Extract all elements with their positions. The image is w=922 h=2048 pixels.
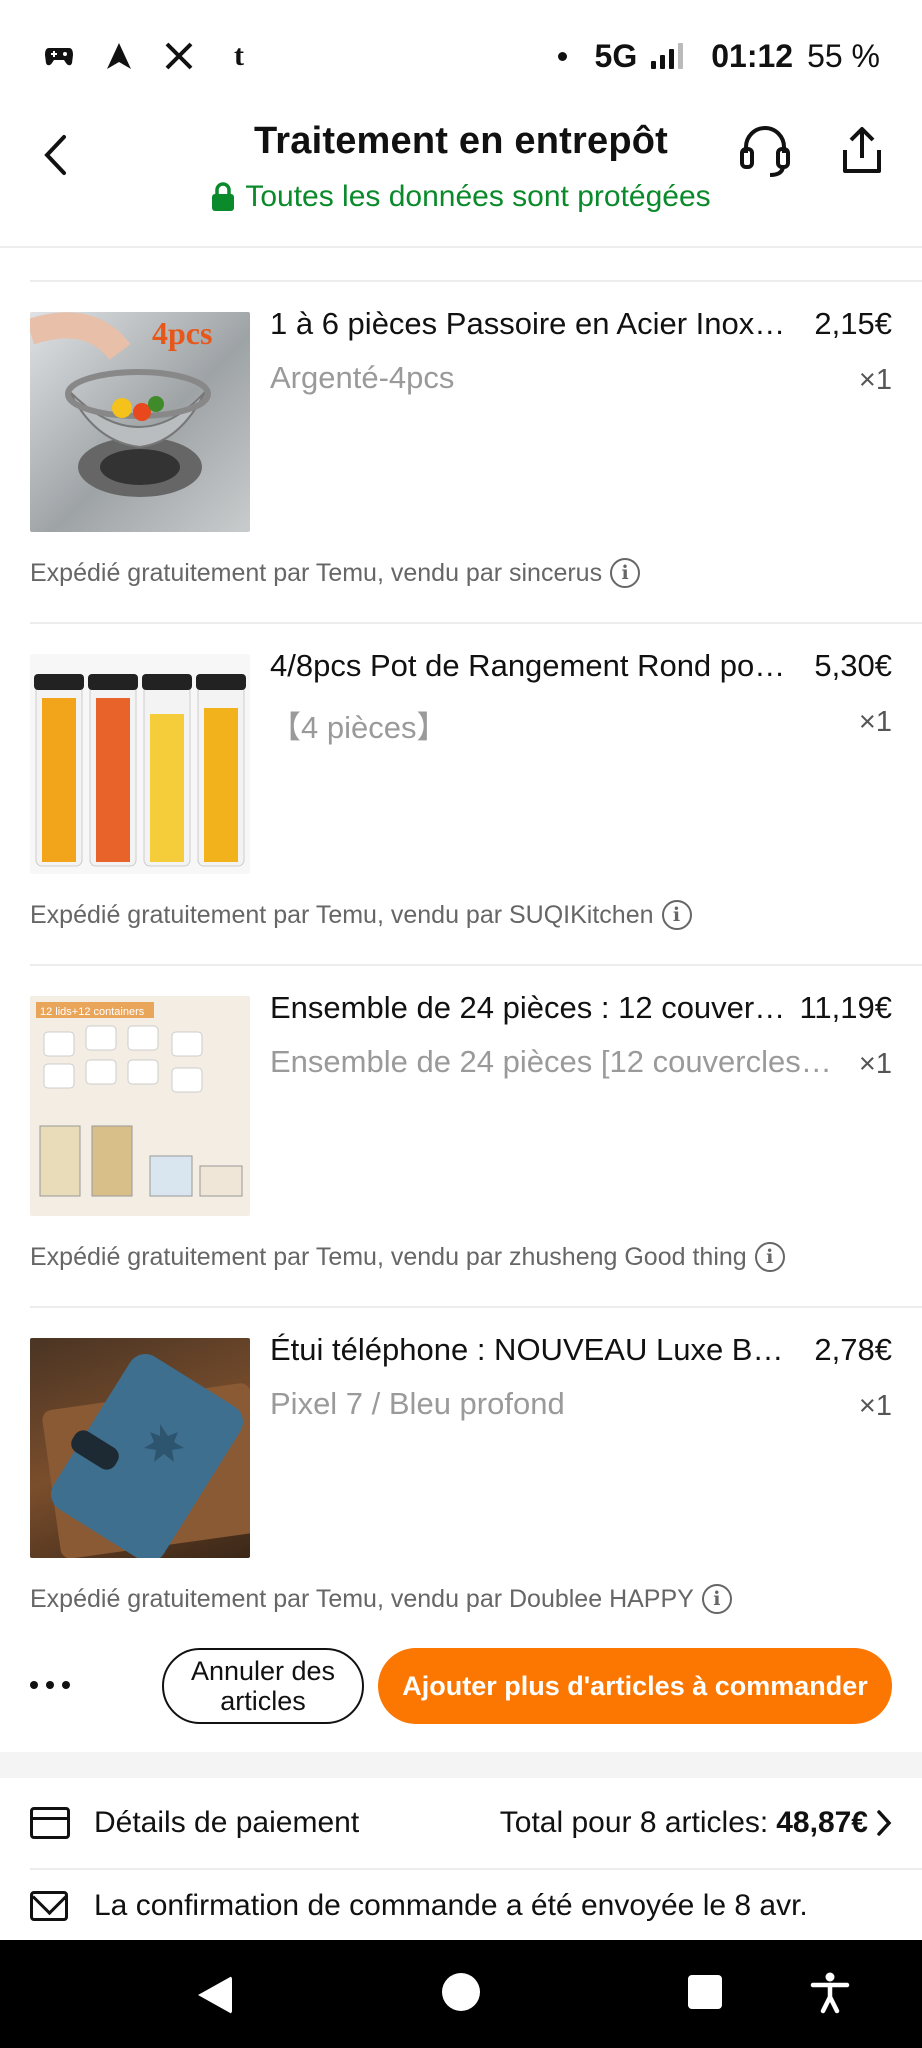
- order-total: Total pour 8 articles: 48,87€: [500, 1806, 892, 1840]
- cancel-line-2: articles: [220, 1686, 306, 1716]
- seller-text: Expédié gratuitement par Temu, vendu par…: [30, 900, 654, 929]
- row-divider: [30, 1868, 922, 1870]
- dot: [62, 1681, 70, 1689]
- accessibility-icon[interactable]: [808, 1970, 852, 2014]
- network-type: 5G: [594, 37, 638, 74]
- payment-details-label: Détails de paiement: [94, 1806, 360, 1839]
- dot: [46, 1681, 54, 1689]
- mail-icon: [30, 1891, 68, 1921]
- seller-info: Expédié gratuitement par Temu, vendu par…: [30, 558, 641, 588]
- battery-level: 55 %: [807, 37, 880, 74]
- product-quantity: ×1: [858, 1048, 892, 1080]
- total-amount: 48,87€: [776, 1806, 868, 1839]
- seller-text: Expédié gratuitement par Temu, vendu par…: [30, 558, 603, 587]
- payment-details-row[interactable]: Détails de paiement Total pour 8 article…: [0, 1778, 922, 1868]
- confirmation-text: La confirmation de commande a été envoyé…: [94, 1889, 808, 1922]
- seller-text: Expédié gratuitement par Temu, vendu par…: [30, 1584, 694, 1613]
- product-variant: 【4 pièces】: [270, 710, 448, 745]
- product-variant: Pixel 7 / Bleu profond: [270, 1386, 565, 1421]
- product-quantity: ×1: [858, 364, 892, 396]
- product-name[interactable]: Ensemble de 24 pièces : 12 couvercles: [270, 990, 790, 1026]
- product-price: 2,78€: [814, 1332, 892, 1367]
- product-price: 5,30€: [814, 648, 892, 683]
- product-image[interactable]: [30, 654, 250, 874]
- product-name[interactable]: 4/8pcs Pot de Rangement Rond pour Pâtes: [270, 648, 790, 684]
- status-bar: t 5G 01:12 55 %: [0, 0, 922, 112]
- page-header: Traitement en entrepôt Toutes les donnée…: [0, 112, 922, 248]
- section-divider: [0, 1752, 922, 1778]
- share-button[interactable]: [835, 118, 889, 184]
- info-icon[interactable]: i: [701, 1584, 732, 1614]
- customer-support-button[interactable]: [736, 118, 794, 184]
- product-image[interactable]: [30, 1338, 250, 1558]
- clock: 01:12: [711, 37, 794, 74]
- info-icon[interactable]: i: [610, 558, 641, 588]
- more-options-button[interactable]: [30, 1670, 70, 1700]
- nav-back-icon[interactable]: [198, 1976, 232, 2014]
- cancel-items-label: Annuler des articles: [191, 1656, 335, 1716]
- game-controller-icon: [42, 39, 76, 73]
- lock-icon: [212, 182, 235, 211]
- nav-recents-icon[interactable]: [688, 1975, 722, 2009]
- system-navigation-bar: [0, 1940, 922, 2048]
- navigation-arrow-icon: [102, 39, 136, 73]
- product-variant: Argenté-4pcs: [270, 360, 455, 395]
- order-actions: Annuler des articles Ajouter plus d'artic…: [0, 1646, 922, 1726]
- seller-info: Expédié gratuitement par Temu, vendu par…: [30, 1242, 785, 1272]
- cancel-items-button[interactable]: Annuler des articles: [162, 1648, 364, 1724]
- share-icon: [843, 127, 881, 173]
- notification-icons: t: [42, 39, 256, 73]
- cancel-line-1: Annuler des: [190, 1656, 336, 1686]
- nav-home-icon[interactable]: [442, 1973, 480, 2011]
- tumblr-icon: t: [234, 39, 244, 72]
- credit-card-icon: [30, 1807, 70, 1839]
- headset-icon: [740, 126, 790, 177]
- info-icon[interactable]: i: [661, 900, 692, 930]
- order-confirmation-row[interactable]: La confirmation de commande a été envoyé…: [0, 1872, 922, 1940]
- product-quantity: ×1: [858, 706, 892, 738]
- info-icon[interactable]: i: [754, 1242, 785, 1272]
- product-image[interactable]: 12 lids+12 containers: [30, 996, 250, 1216]
- product-quantity: ×1: [858, 1390, 892, 1422]
- product-name[interactable]: Étui téléphone : NOUVEAU Luxe Business: [270, 1332, 790, 1368]
- security-text: Toutes les données sont protégées: [245, 180, 711, 213]
- x-logo-icon: [162, 39, 196, 73]
- seller-info: Expédié gratuitement par Temu, vendu par…: [30, 1584, 732, 1614]
- add-more-items-button[interactable]: Ajouter plus d'articles à commander: [378, 1648, 892, 1724]
- system-status: 5G 01:12 55 %: [557, 37, 880, 75]
- header-divider: [0, 246, 922, 248]
- seller-text: Expédié gratuitement par Temu, vendu par…: [30, 1242, 747, 1271]
- notification-dot: [557, 51, 567, 61]
- seller-info: Expédié gratuitement par Temu, vendu par…: [30, 900, 692, 930]
- product-price: 2,15€: [814, 306, 892, 341]
- dot: [30, 1681, 38, 1689]
- product-image[interactable]: 4pcs: [30, 312, 250, 532]
- total-label: Total pour 8 articles:: [499, 1806, 769, 1839]
- item-divider: [30, 1306, 922, 1308]
- product-price: 11,19€: [799, 990, 892, 1025]
- item-divider: [30, 280, 922, 282]
- security-notice: Toutes les données sont protégées: [0, 180, 922, 214]
- thumb-label: 4pcs: [152, 315, 212, 351]
- item-divider: [30, 964, 922, 966]
- signal-icon: [651, 43, 684, 69]
- product-name[interactable]: 1 à 6 pièces Passoire en Acier Inoxydabl…: [270, 306, 790, 342]
- thumb-label: 12 lids+12 containers: [40, 1006, 145, 1018]
- product-variant: Ensemble de 24 pièces [12 couvercles + 1…: [270, 1044, 840, 1079]
- item-divider: [30, 622, 922, 624]
- chevron-right-icon: [877, 1810, 892, 1836]
